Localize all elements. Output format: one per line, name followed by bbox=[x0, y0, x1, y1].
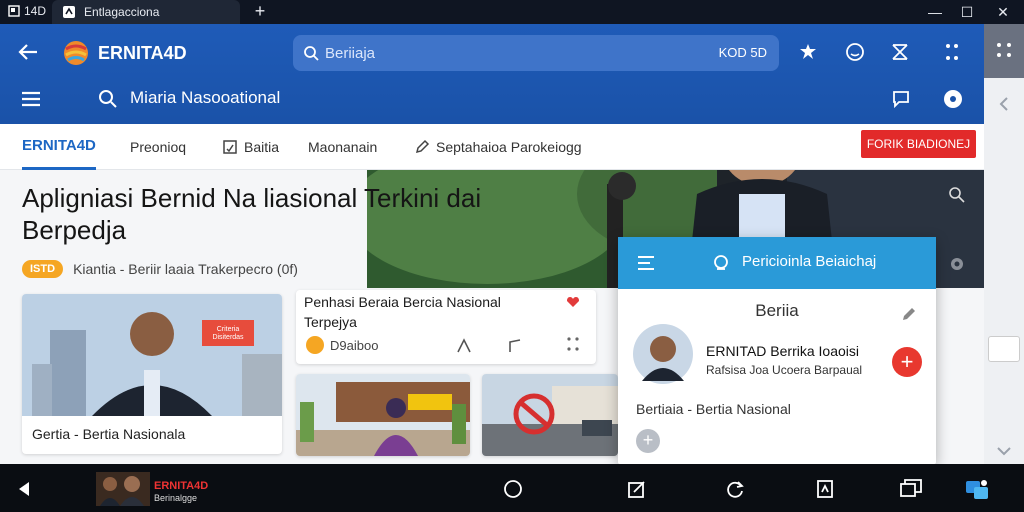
grid-dots-icon[interactable] bbox=[994, 40, 1014, 60]
article-headline[interactable]: Apligniasi Bernid Na liasional Terkini d… bbox=[22, 182, 542, 246]
popup-footer: Bertiaia - Bertia Nasional bbox=[636, 401, 791, 417]
nav-item-preonioq[interactable]: Preonioq bbox=[130, 124, 186, 170]
notification-popup: Pericioinla Beiaichaj Beriia ERNITAD Ber… bbox=[618, 237, 936, 464]
share-icon[interactable] bbox=[888, 40, 912, 64]
bookmark-icon[interactable] bbox=[506, 338, 524, 354]
popup-title: Pericioinla Beiaichaj bbox=[742, 253, 877, 270]
search-icon bbox=[303, 45, 319, 61]
back-arrow-icon[interactable] bbox=[14, 40, 42, 64]
minimize-button[interactable]: — bbox=[920, 0, 950, 24]
popup-heading: Beriia bbox=[755, 301, 799, 320]
promo-title: ERNITA4D bbox=[154, 480, 209, 492]
home-circle-icon[interactable] bbox=[500, 476, 526, 502]
live-badge[interactable]: FORIK BIADIONEJ bbox=[861, 130, 976, 158]
brand-logo[interactable]: ERNITA4D bbox=[62, 39, 187, 67]
hero-gear-icon[interactable] bbox=[948, 255, 966, 273]
edit-box-icon[interactable] bbox=[624, 476, 650, 502]
window-titlebar: 14D Entlagacciona + — ☐ ✕ bbox=[0, 0, 1024, 24]
popup-name: ERNITAD Berrika Ioaoisi bbox=[706, 343, 860, 359]
popup-header: Pericioinla Beiaichaj bbox=[618, 237, 936, 289]
nav-item-label: Preonioq bbox=[130, 139, 187, 155]
app-tag: 14D bbox=[8, 4, 46, 18]
translate-icon[interactable] bbox=[456, 338, 476, 354]
rail-chevron-down-icon[interactable] bbox=[994, 444, 1014, 458]
popup-subtitle: Rafsisa Joa Ucoera Barpaual bbox=[706, 363, 863, 377]
more-dots-icon[interactable] bbox=[566, 336, 580, 352]
tab-favicon-icon bbox=[62, 5, 76, 19]
rail-back-icon[interactable] bbox=[994, 94, 1014, 114]
extension-icon[interactable] bbox=[796, 40, 820, 64]
section-subtitle: Miaria Nasooational bbox=[130, 88, 281, 107]
card-meta: D9aiboo bbox=[306, 336, 378, 354]
right-rail bbox=[984, 24, 1024, 464]
nav-back-icon[interactable] bbox=[12, 476, 38, 502]
nav-item-maonanain[interactable]: Maonanain bbox=[308, 124, 377, 170]
hero-search-icon[interactable] bbox=[948, 186, 966, 204]
nav-item-septahaioa[interactable]: Septahaioa Parokeiogg bbox=[414, 124, 582, 170]
add-button[interactable]: + bbox=[892, 347, 922, 377]
category-nav: ERNITA4D Preonioq Baitia Maonanain Septa… bbox=[0, 124, 984, 170]
nav-item-label: ERNITA4D bbox=[22, 137, 96, 154]
card-image bbox=[22, 294, 282, 416]
more-dots-icon[interactable] bbox=[940, 40, 964, 64]
nav-item-label: Maonanain bbox=[308, 139, 378, 155]
card-sign-text: Criteria Disiterdas bbox=[212, 326, 244, 341]
app-tag-icon bbox=[8, 5, 20, 17]
news-card-image[interactable] bbox=[482, 374, 618, 456]
settings-badge-icon[interactable] bbox=[940, 86, 966, 112]
zoom-label[interactable]: KOD 5D bbox=[719, 45, 767, 60]
article-meta: ISTD Kiantia - Beriir laaia Trakerpecro … bbox=[22, 260, 298, 278]
card-title: Penhasi Beraia Bercia Nasional Terpejya bbox=[304, 294, 501, 330]
tab-title: Entlagacciona bbox=[84, 5, 160, 19]
document-icon bbox=[222, 139, 238, 155]
card-caption: Gertia - Bertia Nasionala bbox=[32, 426, 186, 442]
promo-subtitle: Berinalgge bbox=[154, 493, 198, 503]
nav-item-home[interactable]: ERNITA4D bbox=[22, 124, 96, 170]
brand-globe-icon bbox=[62, 39, 90, 67]
browser-tab[interactable]: Entlagacciona bbox=[52, 0, 240, 24]
heart-icon[interactable] bbox=[566, 296, 580, 308]
promo-thumbnail[interactable] bbox=[96, 472, 150, 506]
news-card-image[interactable] bbox=[296, 374, 470, 456]
add-circle-button[interactable]: + bbox=[636, 429, 660, 453]
card-tag: D9aiboo bbox=[330, 337, 379, 353]
news-card[interactable]: Penhasi Beraia Bercia Nasional Terpejya … bbox=[296, 290, 596, 364]
search-bar[interactable]: KOD 5D bbox=[293, 35, 779, 71]
brand-name: ERNITA4D bbox=[98, 42, 187, 63]
popup-search-icon bbox=[712, 253, 730, 271]
bookmark-box-icon[interactable] bbox=[812, 476, 838, 502]
avatar[interactable] bbox=[632, 323, 694, 385]
refresh-icon[interactable] bbox=[722, 476, 748, 502]
article-meta-text: Kiantia - Beriir laaia Trakerpecro (0f) bbox=[73, 261, 298, 277]
pencil-icon[interactable] bbox=[900, 305, 918, 323]
search-input[interactable] bbox=[325, 35, 725, 71]
hamburger-menu-icon[interactable] bbox=[18, 88, 44, 110]
app-tag-label: 14D bbox=[24, 4, 47, 18]
article-tag[interactable]: ISTD bbox=[22, 260, 64, 278]
nav-item-label: Septahaioa Parokeiogg bbox=[436, 139, 582, 155]
popup-menu-icon[interactable] bbox=[636, 253, 660, 273]
taskbar: ERNITA4D Berinalgge bbox=[0, 464, 1024, 512]
smiley-icon[interactable] bbox=[843, 40, 867, 64]
sub-search-icon[interactable] bbox=[96, 88, 120, 110]
maximize-button[interactable]: ☐ bbox=[952, 0, 982, 24]
close-button[interactable]: ✕ bbox=[988, 0, 1018, 24]
nav-item-label: Baitia bbox=[244, 139, 280, 155]
card-tag-icon bbox=[306, 336, 324, 354]
gallery-app-icon[interactable] bbox=[964, 476, 990, 502]
windows-icon[interactable] bbox=[898, 476, 924, 502]
edit-icon bbox=[414, 139, 430, 155]
nav-item-baitia[interactable]: Baitia bbox=[222, 124, 279, 170]
rail-chip[interactable] bbox=[988, 336, 1020, 362]
new-tab-button[interactable]: + bbox=[250, 0, 270, 24]
news-card[interactable]: Criteria Disiterdas Gertia - Bertia Nasi… bbox=[22, 294, 282, 454]
chat-icon[interactable] bbox=[888, 86, 914, 112]
